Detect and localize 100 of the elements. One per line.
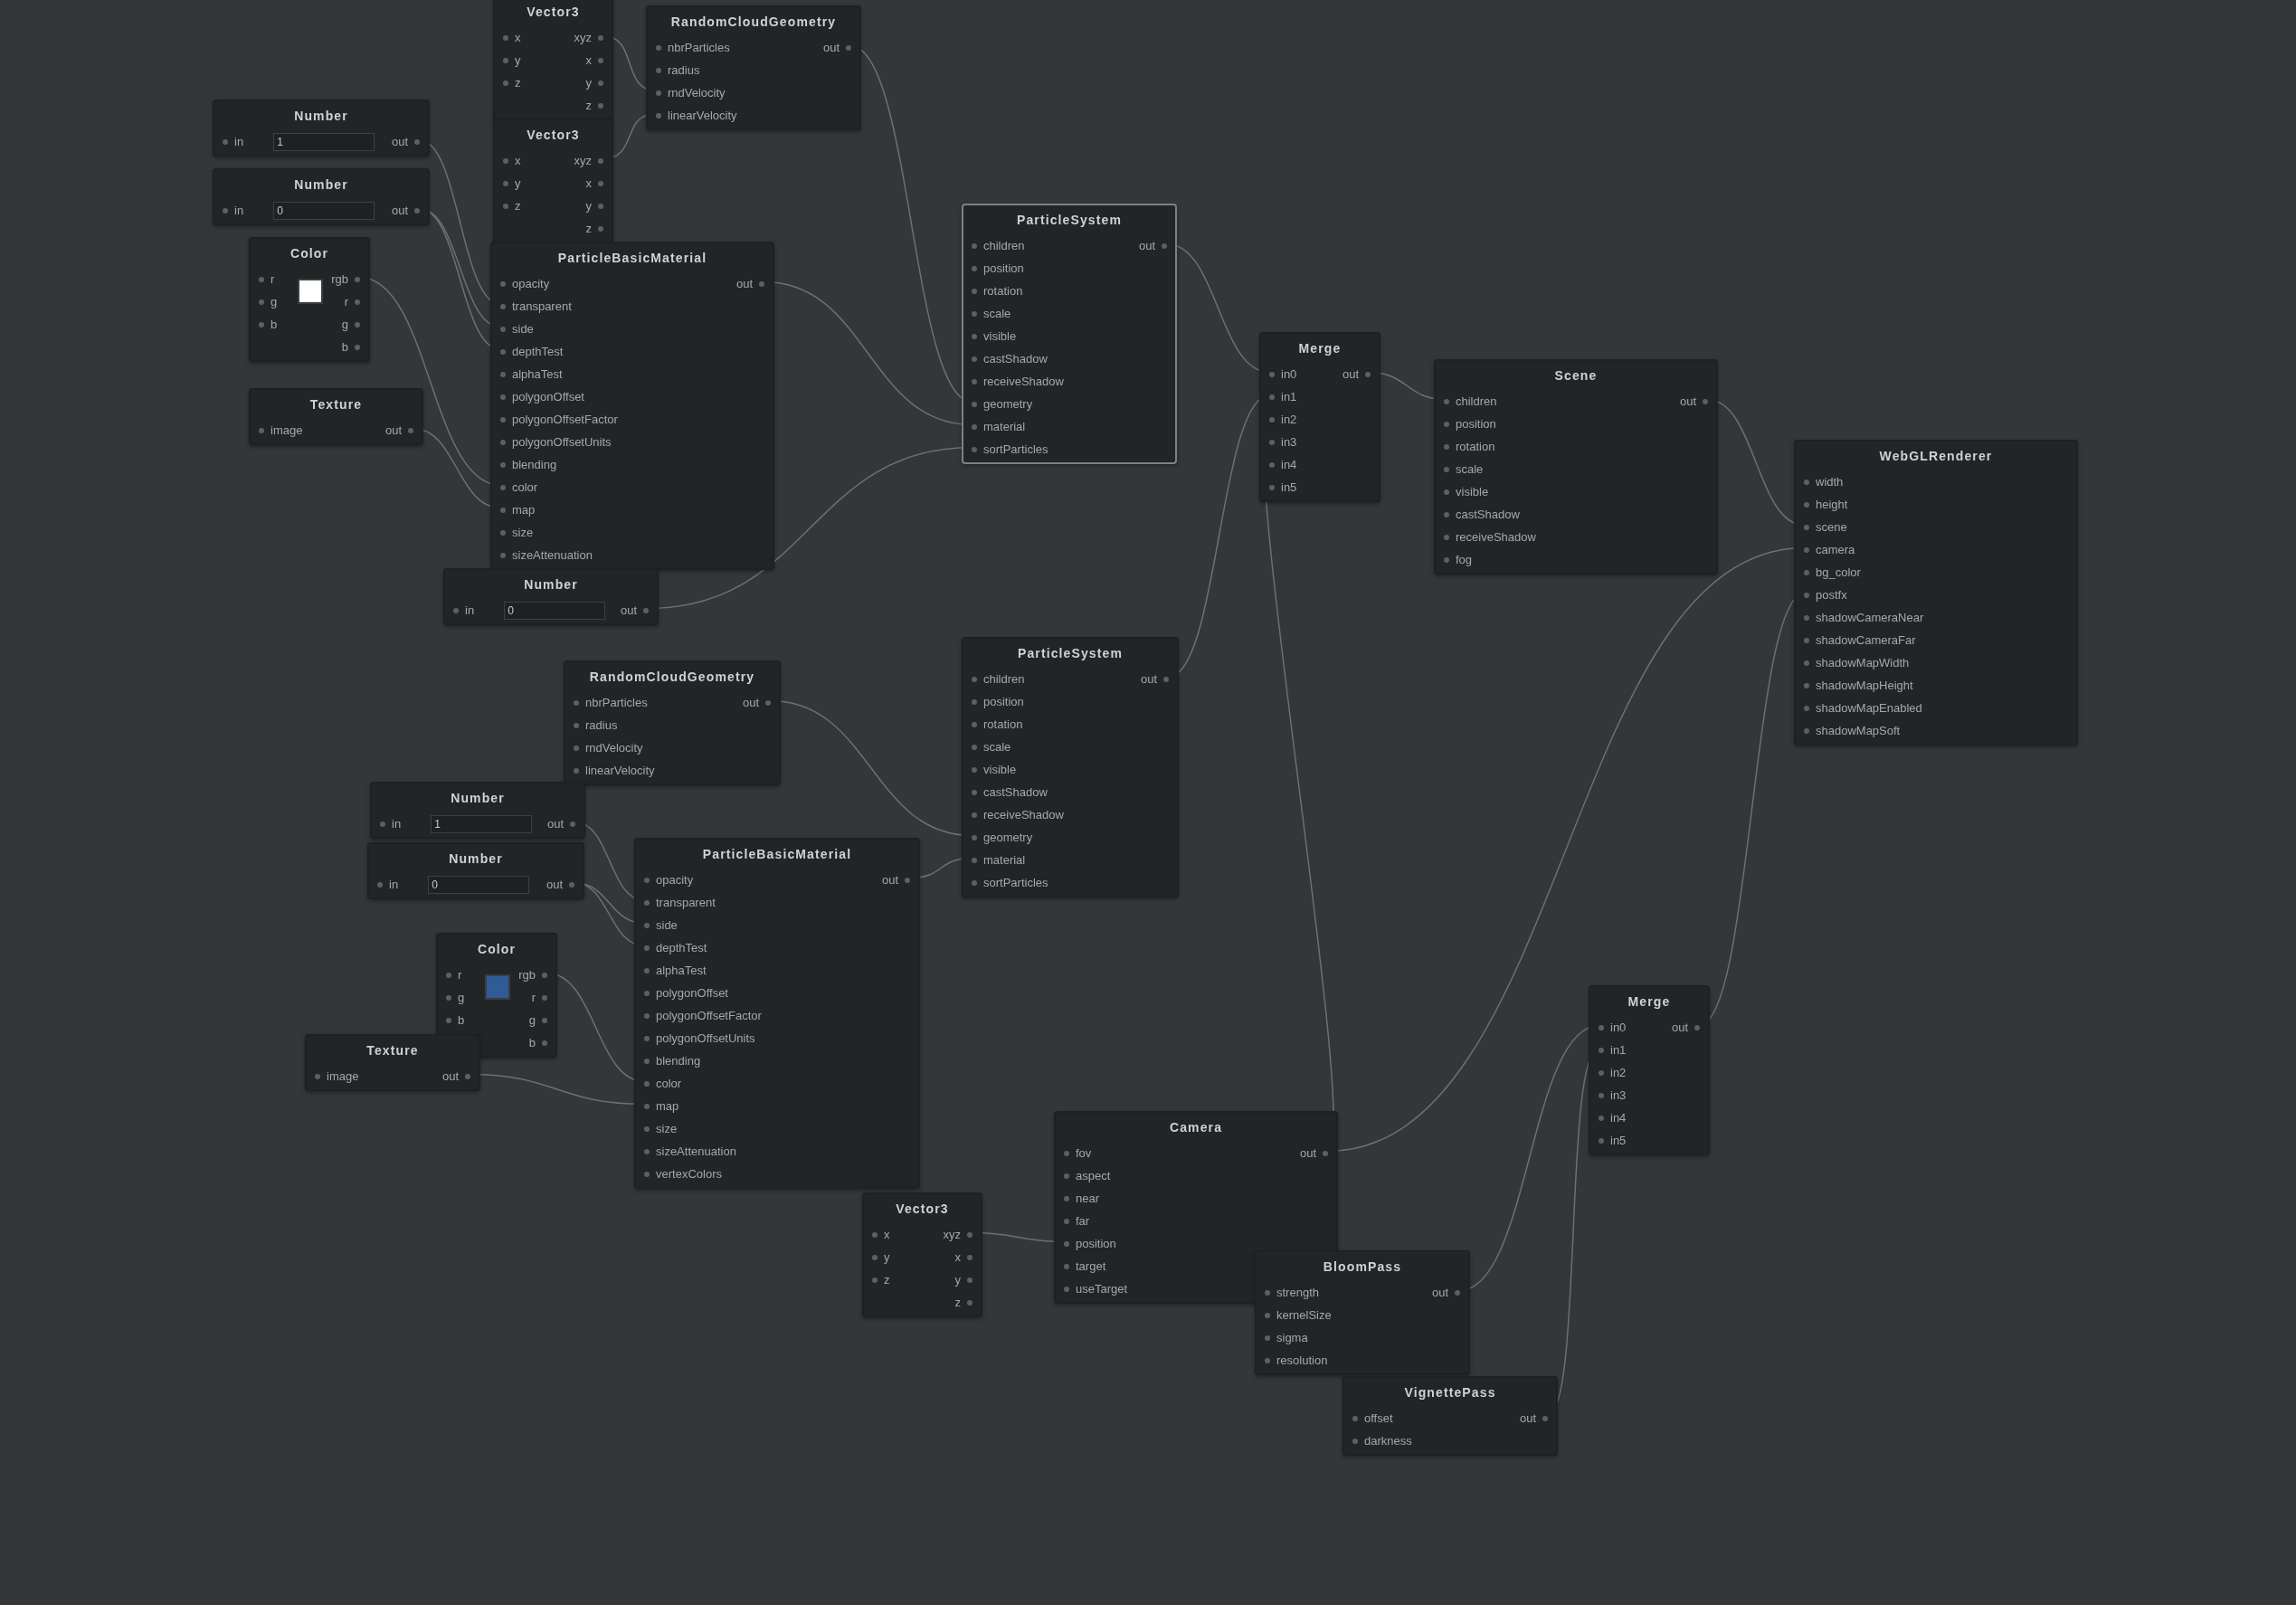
port-icon[interactable] [1064,1173,1069,1179]
port-icon[interactable] [905,877,910,883]
node-panel[interactable]: Vector3 x xyz y x z y z [862,1192,982,1317]
port-icon[interactable] [972,356,977,362]
port-icon[interactable] [259,321,264,328]
port-icon[interactable] [598,34,603,41]
port-icon[interactable] [1804,592,1809,598]
port-icon[interactable] [1694,1024,1700,1030]
port-icon[interactable] [1444,511,1449,518]
port-icon[interactable] [1269,394,1275,400]
node-panel[interactable]: Number in 0 out [213,168,430,225]
port-icon[interactable] [500,348,506,355]
port-icon[interactable] [846,44,851,51]
port-icon[interactable] [644,899,650,906]
port-icon[interactable] [644,922,650,928]
node-panel[interactable]: Vector3 x xyz y x z y z [493,119,613,243]
port-icon[interactable] [1064,1240,1069,1247]
port-icon[interactable] [574,699,579,706]
port-icon[interactable] [598,157,603,164]
port-icon[interactable] [500,394,506,400]
port-icon[interactable] [656,67,661,73]
node-panel[interactable]: BloomPass strength out kernelSize sigma resolution [1255,1250,1470,1375]
port-icon[interactable] [1365,371,1371,377]
color-swatch[interactable] [298,279,323,304]
port-icon[interactable] [644,990,650,996]
port-icon[interactable] [1444,398,1449,404]
port-icon[interactable] [1269,484,1275,490]
port-icon[interactable] [972,721,977,727]
port-icon[interactable] [1323,1150,1328,1156]
port-icon[interactable] [355,344,360,350]
port-icon[interactable] [972,812,977,818]
port-icon[interactable] [355,299,360,305]
port-icon[interactable] [644,1125,650,1132]
node-panel[interactable]: Number in 1 out [213,100,430,157]
port-icon[interactable] [872,1277,878,1283]
port-icon[interactable] [1163,676,1169,682]
port-icon[interactable] [1265,1289,1270,1296]
port-icon[interactable] [542,1040,547,1046]
number-field[interactable]: 1 [431,814,533,833]
port-icon[interactable] [500,439,506,445]
port-icon[interactable] [656,112,661,119]
port-icon[interactable] [972,676,977,682]
port-icon[interactable] [446,994,451,1001]
node-panel[interactable]: Vector3 x xyz y x z y z [493,0,613,120]
port-icon[interactable] [446,972,451,978]
port-icon[interactable] [1599,1024,1604,1030]
port-icon[interactable] [446,1017,451,1023]
node-panel[interactable]: ParticleSystem children out position rotation scale visible castShadow receiveShadow geometry material sortParticles [962,204,1177,464]
port-icon[interactable] [315,1073,320,1079]
port-icon[interactable] [500,280,506,287]
port-icon[interactable] [259,299,264,305]
port-icon[interactable] [972,834,977,840]
node-panel[interactable]: VignettePass offset out darkness [1342,1376,1558,1456]
port-icon[interactable] [453,607,459,613]
port-icon[interactable] [1599,1092,1604,1098]
number-field[interactable]: 0 [504,601,606,620]
port-icon[interactable] [1162,242,1167,249]
port-icon[interactable] [1599,1047,1604,1053]
port-icon[interactable] [503,34,508,41]
port-icon[interactable] [765,699,771,706]
port-icon[interactable] [1269,439,1275,445]
port-icon[interactable] [972,789,977,795]
port-icon[interactable] [1804,524,1809,530]
port-icon[interactable] [542,994,547,1001]
port-icon[interactable] [569,881,574,888]
port-icon[interactable] [1064,1218,1069,1224]
port-icon[interactable] [972,310,977,317]
port-icon[interactable] [598,57,603,63]
port-icon[interactable] [1269,416,1275,423]
port-icon[interactable] [872,1231,878,1238]
port-icon[interactable] [355,321,360,328]
port-icon[interactable] [503,180,508,186]
node-panel[interactable]: Color r rgb g r b g b [249,237,370,362]
port-icon[interactable] [542,1017,547,1023]
port-icon[interactable] [598,80,603,86]
port-icon[interactable] [1804,637,1809,643]
port-icon[interactable] [408,427,413,433]
port-icon[interactable] [656,90,661,96]
port-icon[interactable] [500,326,506,332]
node-panel[interactable]: Merge in0 out in1 in2 in3 in4 in5 [1589,985,1710,1155]
port-icon[interactable] [972,744,977,750]
port-icon[interactable] [1599,1137,1604,1144]
port-icon[interactable] [972,401,977,407]
port-icon[interactable] [972,766,977,773]
port-icon[interactable] [967,1254,972,1260]
port-icon[interactable] [972,333,977,339]
port-icon[interactable] [644,1058,650,1064]
port-icon[interactable] [1444,534,1449,540]
port-icon[interactable] [1265,1357,1270,1363]
node-panel[interactable]: ParticleBasicMaterial opacity out transparent side depthTest alphaTest polygonOffset polygonOffsetFactor polygonOffsetUnits blending color map size sizeAttenuation vertexColors [634,838,920,1189]
port-icon[interactable] [1703,398,1708,404]
port-icon[interactable] [972,378,977,385]
port-icon[interactable] [1265,1334,1270,1341]
port-icon[interactable] [574,722,579,728]
port-icon[interactable] [598,180,603,186]
port-icon[interactable] [500,461,506,468]
number-field[interactable]: 0 [273,201,375,220]
port-icon[interactable] [414,207,420,214]
node-panel[interactable]: ParticleSystem children out position rotation scale visible castShadow receiveShadow geometry material sortParticles [962,637,1179,897]
port-icon[interactable] [465,1073,470,1079]
